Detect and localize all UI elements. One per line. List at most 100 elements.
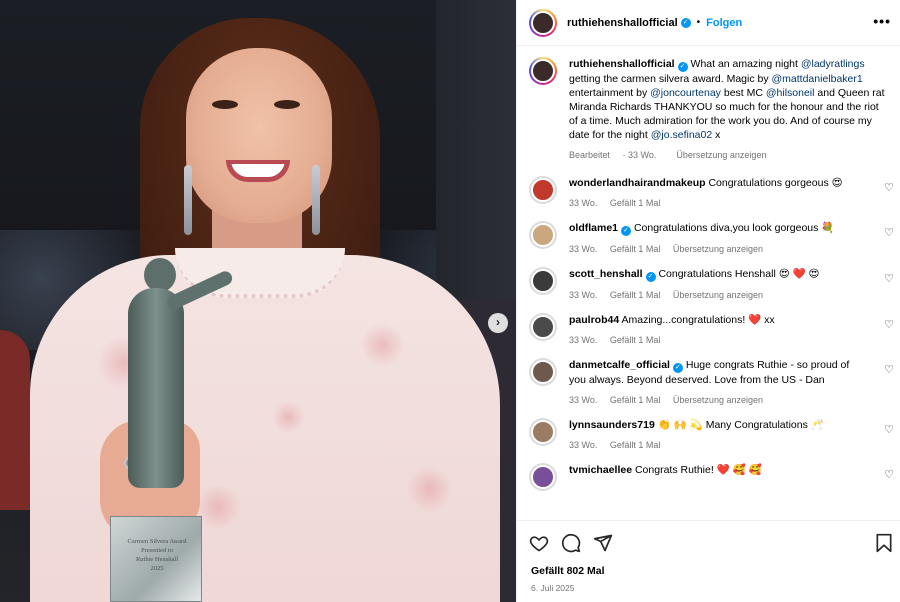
post-header: ruthiehenshallofficial ✓ • Folgen ••• [517, 0, 900, 46]
post-photo[interactable]: Carmen Silvera Award Presented to Ruthie… [0, 0, 516, 602]
commenter-avatar[interactable] [529, 313, 557, 341]
caption-body: What an amazing night @ladyratlings gett… [569, 58, 885, 141]
translate-link[interactable]: Übersetzung anzeigen [673, 244, 763, 254]
likes-count[interactable]: Gefällt 802 Mal [531, 565, 605, 577]
commenter-username[interactable]: wonderlandhairandmakeup [569, 177, 706, 189]
mention-link[interactable]: @mattdanielbaker1 [772, 73, 863, 85]
comment-item: tvmichaellee Congrats Ruthie! ❤️ 🥰 🥰 ♡ [517, 463, 900, 491]
comment-likes[interactable]: Gefällt 1 Mal [610, 440, 661, 450]
floral-dress [30, 255, 500, 602]
comment-likes[interactable]: Gefällt 1 Mal [610, 335, 661, 345]
author-avatar[interactable] [529, 8, 557, 37]
commenter-avatar[interactable] [529, 267, 557, 295]
comment-likes[interactable]: Gefällt 1 Mal [610, 198, 661, 208]
caption-text-fragment: x [712, 129, 721, 141]
commenter-avatar[interactable] [529, 176, 557, 204]
comment-time: 33 Wo. [569, 440, 598, 450]
mention-link[interactable]: @hilsoneil [766, 87, 815, 99]
commenter-username[interactable]: danmetcalfe_official [569, 359, 670, 371]
comment-meta: 33 Wo. Gefällt 1 Mal [569, 333, 869, 347]
translate-link[interactable]: Übersetzung anzeigen [673, 290, 763, 300]
plinth-engraving: Carmen Silvera Award Presented to Ruthie… [117, 537, 197, 573]
caption-meta: Bearbeitet · 33 Wo. Übersetzung anzeigen [569, 148, 889, 162]
more-options-icon[interactable]: ••• [873, 13, 891, 29]
verified-badge-icon: ✓ [621, 226, 632, 236]
commenter-avatar[interactable] [529, 221, 557, 249]
woman-face [186, 48, 332, 223]
action-icons [529, 533, 613, 553]
commenter-username[interactable]: lynnsaunders719 [569, 419, 655, 431]
comment-item: wonderlandhairandmakeup Congratulations … [517, 176, 900, 210]
post-date: 6. Juli 2025 [531, 583, 575, 593]
comment-text: Congratulations diva,you look gorgeous 💐 [633, 222, 835, 234]
comment-meta: 33 Wo. Gefällt 1 Mal [569, 438, 869, 452]
engraving-line: Presented to [141, 547, 173, 554]
commenter-username[interactable]: oldflame1 [569, 222, 618, 234]
comment-meta: 33 Wo. Gefällt 1 Mal Übersetzung anzeige… [569, 242, 869, 256]
comment-like-icon[interactable]: ♡ [883, 424, 895, 436]
commenter-username[interactable]: paulrob44 [569, 314, 619, 326]
comment-body: paulrob44 Amazing...congratulations! ❤️ … [569, 313, 869, 347]
commenter-avatar[interactable] [529, 463, 557, 491]
mention-link[interactable]: @jo.sefina02 [651, 129, 712, 141]
comment-like-icon[interactable]: ♡ [883, 182, 895, 194]
comment-likes[interactable]: Gefällt 1 Mal [610, 395, 661, 405]
comments-list[interactable]: ruthiehenshallofficial ✓ What an amazing … [517, 47, 900, 519]
comment-item: paulrob44 Amazing...congratulations! ❤️ … [517, 313, 900, 347]
comment-like-icon[interactable]: ♡ [883, 364, 895, 376]
background-person [0, 330, 30, 510]
comment-body: oldflame1 ✓ Congratulations diva,you look… [569, 221, 869, 256]
post-sidebar: ruthiehenshallofficial ✓ • Folgen ••• ru… [516, 0, 900, 602]
comment-time: 33 Wo. [569, 244, 598, 254]
comment-meta: 33 Wo. Gefällt 1 Mal Übersetzung anzeige… [569, 393, 869, 407]
caption-text-fragment: best MC [720, 87, 766, 99]
follow-button[interactable]: Folgen [706, 17, 742, 29]
comment-text: Congratulations Henshall 😍 ❤️ 😍 [658, 268, 820, 280]
comment-like-icon[interactable]: ♡ [883, 319, 895, 331]
verified-badge-icon: ✓ [677, 62, 688, 72]
caption-text-fragment: entertainment by [569, 87, 651, 99]
caption-text-fragment: getting the carmen silvera award. Magic … [569, 73, 772, 85]
caption-text-fragment: What an amazing night [690, 58, 801, 70]
eye [274, 100, 300, 109]
author-avatar[interactable] [529, 57, 557, 85]
verified-badge-icon: ✓ [645, 272, 656, 282]
carousel-next-button[interactable]: › [488, 313, 508, 333]
comment-like-icon[interactable]: ♡ [883, 227, 895, 239]
caption-text: ruthiehenshallofficial ✓ What an amazing … [569, 57, 889, 162]
comment-item: lynnsaunders719 👏 🙌 💫 Many Congratulatio… [517, 418, 900, 452]
comment-meta: 33 Wo. Gefällt 1 Mal [569, 196, 869, 210]
author-username[interactable]: ruthiehenshallofficial [567, 17, 678, 29]
earring [184, 165, 192, 235]
commenter-username[interactable]: scott_henshall [569, 268, 643, 280]
comment-icon[interactable] [561, 533, 581, 553]
comment-text: Amazing...congratulations! ❤️ xx [621, 314, 775, 326]
comment-likes[interactable]: Gefällt 1 Mal [610, 244, 661, 254]
commenter-avatar[interactable] [529, 418, 557, 446]
comment-time: 33 Wo. [569, 290, 598, 300]
mention-link[interactable]: @ladyratlings [801, 58, 865, 70]
translate-link[interactable]: Übersetzung anzeigen [676, 150, 766, 160]
engraving-line: Ruthie Henshall [135, 556, 179, 563]
comment-like-icon[interactable]: ♡ [883, 273, 895, 285]
comment-text: Congrats Ruthie! ❤️ 🥰 🥰 [634, 464, 762, 476]
comment-time: 33 Wo. [569, 198, 598, 208]
heart-icon[interactable] [529, 533, 549, 553]
comment-text: 👏 🙌 💫 Many Congratulations 🥂 [657, 419, 824, 431]
edited-label: Bearbeitet · 33 Wo. [569, 150, 657, 160]
comment-likes[interactable]: Gefällt 1 Mal [610, 290, 661, 300]
bookmark-icon[interactable] [875, 533, 893, 553]
share-icon[interactable] [593, 533, 613, 553]
commenter-username[interactable]: tvmichaellee [569, 464, 632, 476]
comment-item: danmetcalfe_official ✓ Huge congrats Ruth… [517, 358, 900, 407]
comment-item: scott_henshall ✓ Congratulations Henshall… [517, 267, 900, 302]
statue-head [144, 258, 176, 292]
caption-username[interactable]: ruthiehenshallofficial [569, 58, 675, 70]
comment-like-icon[interactable]: ♡ [883, 469, 895, 481]
translate-link[interactable]: Übersetzung anzeigen [673, 395, 763, 405]
comment-body: lynnsaunders719 👏 🙌 💫 Many Congratulatio… [569, 418, 869, 452]
award-statue [118, 258, 235, 528]
comment-time: 33 Wo. [569, 395, 598, 405]
mention-link[interactable]: @joncourtenay [650, 87, 721, 99]
commenter-avatar[interactable] [529, 358, 557, 386]
